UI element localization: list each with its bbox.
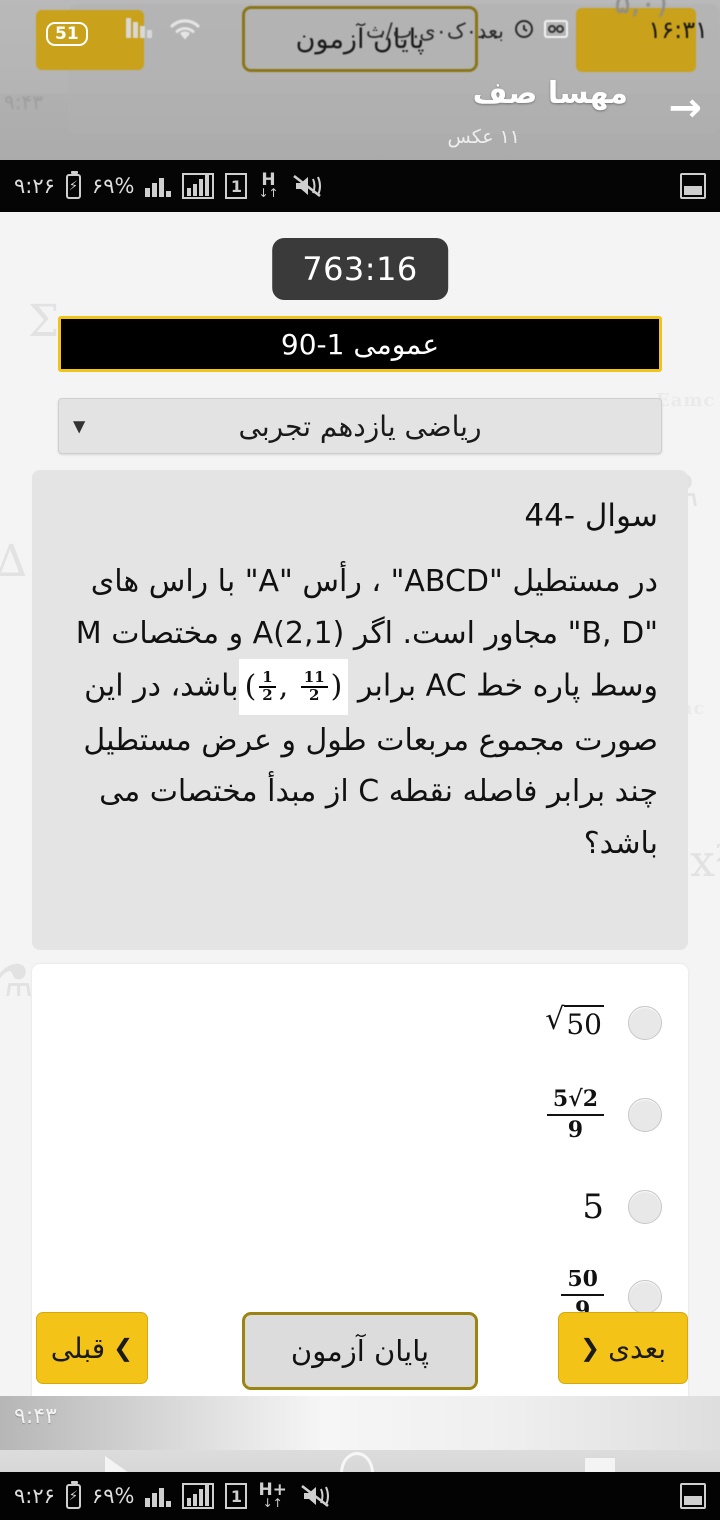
android-status-bar: ۹:۲۶ ⚡ ۶۹% 1 H ↓↑: [0, 160, 720, 212]
answer-label-1: √ 50: [545, 1005, 604, 1041]
overlay-carrier-text: بعد۰ک۰ی.ب/ث: [365, 19, 504, 43]
overlay-voicemail-icon: [544, 19, 568, 44]
arrow-right-icon[interactable]: →: [668, 88, 702, 128]
overlay-contact-name: مهسا صف: [472, 76, 628, 111]
question-line-5: چند برابر فاصله نقطه C از مبدأ مختصات می: [99, 774, 658, 810]
radio-button-3[interactable]: [628, 1190, 662, 1224]
chevron-left-icon: ❮: [579, 1334, 601, 1362]
quiz-screen: ⚗ x² ⚗ x² ⚗ Eamc Eamc ∆ ∆ ⚗ Eamc Σ x² Ea…: [0, 0, 720, 1520]
question-line-3-suffix: باشد، در این: [84, 668, 239, 704]
sim-slot-indicator: 1: [225, 173, 248, 199]
status2-charging-battery-icon: ⚡: [65, 1480, 81, 1509]
answer-label-3: 5: [582, 1187, 604, 1227]
finish-exam-button[interactable]: پایان آزمون: [242, 1312, 478, 1390]
answer-option-2[interactable]: 5√2 9: [32, 1070, 688, 1160]
bottom-overlay-strip: ۹:۴۳: [0, 1396, 720, 1450]
battery-percent: ۶۹%: [91, 174, 135, 198]
fraction-half: 12: [259, 669, 276, 704]
next-question-label: بعدی: [608, 1331, 667, 1365]
network-type-icon: H ↓↑: [258, 172, 278, 200]
overlay-paren-ghost: (۵,۰: [614, 0, 668, 21]
radio-button-1[interactable]: [628, 1006, 662, 1040]
answer-option-3[interactable]: 5: [32, 1162, 688, 1252]
status2-vibrate-mute-icon: [298, 1483, 332, 1509]
previous-question-label: قبلی: [50, 1331, 106, 1365]
status2-signal-bars-icon: [145, 1485, 172, 1507]
chevron-right-icon: ❯: [113, 1334, 134, 1362]
exam-timer: 763:16: [272, 238, 448, 300]
quiz-action-bar: ❯ قبلی پایان آزمون بعدی ❮: [0, 1312, 720, 1396]
question-line-1: در مستطیل "ABCD" ، رأس "A" با راس های: [90, 564, 658, 599]
status2-network-arrows: ↓↑: [262, 1496, 283, 1511]
quiz-content: 763:16 عمومی 1-90 ▼ ریاضی یازدهم تجربی س…: [0, 212, 720, 1520]
question-coordinate-pair: (1 2, 11 2): [238, 659, 349, 715]
screenshot-icon: [680, 173, 706, 199]
overlay-signal-icon: [126, 18, 152, 38]
subject-dropdown[interactable]: ▼ ریاضی یازدهم تجربی: [58, 398, 662, 454]
status-clock: ۹:۲۶: [14, 174, 55, 198]
overlay-battery-badge: 51: [46, 22, 88, 46]
status2-screenshot-icon: [680, 1483, 706, 1509]
chevron-down-icon: ▼: [73, 416, 86, 436]
question-text: در مستطیل "ABCD" ، رأس "A" با راس های "B…: [62, 556, 658, 870]
sqrt-icon: √ 50: [545, 1002, 604, 1041]
status2-battery-percent: ۶۹%: [91, 1484, 135, 1508]
question-line-6: باشد؟: [583, 825, 658, 861]
bottom-ghost-time: ۹:۴۳: [14, 1404, 57, 1429]
status2-signal-bars-boxed-icon: [182, 1483, 215, 1509]
status2-sim-indicator: 1: [225, 1483, 248, 1509]
finish-exam-label: پایان آزمون: [290, 1334, 430, 1368]
signal-bars-icon: [145, 175, 172, 197]
android-status-bar-secondary: ۹:۲۶ ⚡ ۶۹% 1 H+ ↓↑: [0, 1472, 720, 1520]
next-question-button[interactable]: بعدی ❮: [558, 1312, 688, 1384]
fraction-eleven-halves: 11 2: [300, 669, 328, 704]
charging-battery-icon: ⚡: [65, 170, 81, 199]
question-card: سوال -44 در مستطیل "ABCD" ، رأس "A" با ر…: [32, 470, 688, 950]
exam-title-banner: عمومی 1-90: [58, 316, 662, 372]
radio-button-2[interactable]: [628, 1098, 662, 1132]
overlay-photo-count: ۱۱ عکس: [447, 126, 520, 148]
answer-option-1[interactable]: √ 50: [32, 978, 688, 1068]
question-line-2: "B, D" مجاور است. اگر (A(2,1 و مختصات M: [75, 615, 658, 651]
network-arrows: ↓↑: [258, 186, 279, 201]
answer-label-2: 5√2 9: [546, 1086, 604, 1144]
status2-clock: ۹:۲۶: [14, 1484, 55, 1508]
overlay-alarm-icon: [512, 16, 536, 46]
exam-title-label: عمومی 1-90: [280, 327, 440, 361]
status2-network-type-icon: H+ ↓↑: [258, 1482, 286, 1510]
radio-button-4[interactable]: [628, 1280, 662, 1314]
question-number: سوال -44: [524, 498, 658, 534]
fraction-5root2-over-9: 5√2 9: [546, 1086, 604, 1144]
vibrate-mute-icon: [290, 173, 324, 199]
overlay-ghost-time: ۹:۴۳: [4, 90, 43, 114]
previous-question-button[interactable]: ❯ قبلی: [36, 1312, 148, 1384]
question-line-3: وسط پاره خط AC برابر (1 2, 11 2)باشد، در ا…: [62, 659, 658, 715]
overlay-wifi-icon: [168, 16, 202, 46]
question-line-4: صورت مجموع مربعات طول و عرض مستطیل: [83, 722, 658, 758]
overlay-status-icons: بعد۰ک۰ی.ب/ث: [366, 16, 568, 46]
subject-dropdown-label: ریاضی یازدهم تجربی: [238, 409, 482, 443]
question-line-3-prefix: وسط پاره خط AC برابر: [348, 668, 658, 704]
signal-bars-boxed-icon: [182, 173, 215, 199]
overlay-header: 51 پایان آزمون ٠٠ بعد۰ک۰ی.ب/ث ۱۶:۳۱ (۵,۰…: [0, 0, 720, 160]
